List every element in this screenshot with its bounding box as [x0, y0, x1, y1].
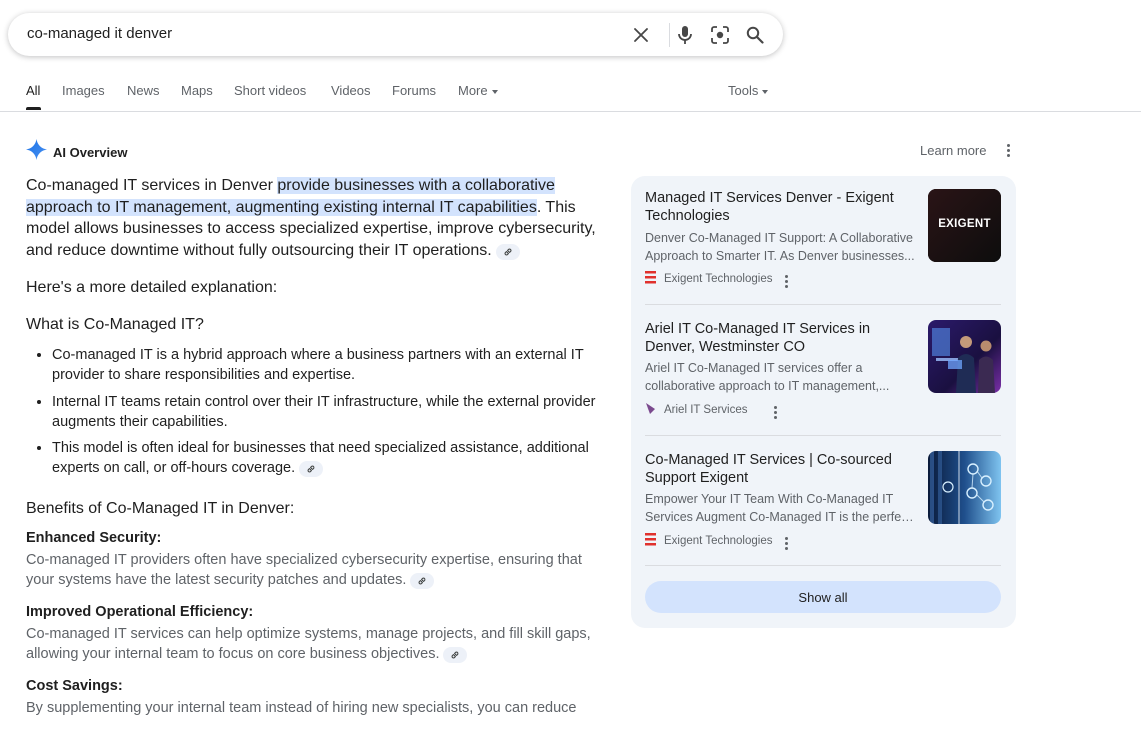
exigent-favicon-icon — [645, 271, 656, 287]
source-snippet: Denver Co-Managed IT Support: A Collabor… — [645, 229, 917, 265]
snippet-line: collaborative approach to IT management,… — [645, 379, 890, 393]
source-card[interactable]: Co-Managed IT Services | Co-sourced Supp… — [645, 451, 1001, 551]
ai-overview-header: AI Overview — [26, 139, 127, 165]
overview-intro: Co-managed IT services in Denver provide… — [26, 175, 596, 261]
exigent-favicon-icon — [645, 533, 656, 549]
search-box[interactable]: co-managed it denver — [8, 13, 783, 56]
snippet-line: Denver Co-Managed IT Support: A Collabor… — [645, 231, 913, 245]
tab-videos[interactable]: Videos — [331, 83, 371, 98]
source-title[interactable]: Managed IT Services Denver - Exigent Tec… — [645, 189, 913, 225]
benefit-text-body: Co-managed IT services can help optimize… — [26, 626, 591, 662]
tab-news[interactable]: News — [127, 83, 160, 98]
source-site-name: Exigent Technologies — [664, 535, 773, 547]
benefit-text: By supplementing your internal team inst… — [26, 700, 577, 716]
source-site-name: Exigent Technologies — [664, 273, 773, 285]
intro-text: Co-managed IT services in Denver — [26, 177, 278, 194]
citation-link-icon[interactable] — [410, 573, 435, 589]
list-item: Co-managed IT is a hybrid approach where… — [52, 345, 596, 385]
source-card[interactable]: Managed IT Services Denver - Exigent Tec… — [645, 189, 1001, 289]
active-tab-indicator — [26, 107, 41, 110]
benefit-title: Cost Savings: — [26, 678, 123, 694]
exigent-logo-text: EXIGENT — [938, 218, 991, 230]
list-item: Internal IT teams retain control over th… — [52, 392, 596, 432]
caret-down-icon — [762, 89, 769, 94]
section-heading: Benefits of Co-Managed IT in Denver: — [26, 500, 295, 517]
clear-icon[interactable] — [630, 24, 652, 46]
ai-overview-title: AI Overview — [53, 144, 128, 160]
sparkle-icon — [26, 139, 47, 165]
benefit-title: Improved Operational Efficiency: — [26, 604, 254, 620]
benefit-text: Co-managed IT providers often have speci… — [26, 550, 596, 590]
benefit-text-body: Co-managed IT providers often have speci… — [26, 552, 582, 588]
source-options-icon[interactable] — [780, 273, 792, 289]
search-tabs: All Images News Maps Short videos Videos… — [0, 70, 1141, 112]
tools-label: Tools — [728, 83, 759, 98]
caret-down-icon — [491, 89, 498, 94]
source-site: Ariel IT Services — [645, 402, 748, 418]
lens-icon[interactable] — [709, 24, 731, 46]
bullet-list: Co-managed IT is a hybrid approach where… — [26, 345, 596, 478]
source-thumbnail[interactable] — [928, 320, 1001, 393]
show-all-button[interactable]: Show all — [645, 581, 1001, 613]
source-title[interactable]: Co-Managed IT Services | Co-sourced Supp… — [645, 451, 913, 487]
tab-forums[interactable]: Forums — [392, 83, 436, 98]
source-card[interactable]: Ariel IT Co-Managed IT Services in Denve… — [645, 320, 1001, 420]
source-divider — [645, 435, 1001, 436]
microphone-icon[interactable] — [674, 24, 696, 46]
source-thumbnail[interactable]: EXIGENT — [928, 189, 1001, 262]
snippet-line: Approach to Smarter IT. As Denver busine… — [645, 249, 915, 263]
benefit-text: Co-managed IT services can help optimize… — [26, 624, 596, 664]
citation-link-icon[interactable] — [495, 243, 520, 260]
snippet-line: Services Augment Co-Managed IT is the pe… — [645, 510, 917, 524]
source-divider — [645, 565, 1001, 566]
search-divider — [669, 23, 670, 47]
source-site: Exigent Technologies — [645, 533, 772, 549]
sources-panel: Managed IT Services Denver - Exigent Tec… — [631, 176, 1016, 628]
ariel-favicon-icon — [645, 402, 656, 418]
search-icon[interactable] — [744, 24, 766, 46]
source-options-icon[interactable] — [780, 535, 792, 551]
list-item: This model is often ideal for businesses… — [52, 438, 596, 478]
source-site-name: Ariel IT Services — [664, 404, 748, 416]
tab-maps[interactable]: Maps — [181, 83, 213, 98]
source-snippet: Empower Your IT Team With Co-Managed IT … — [645, 490, 917, 526]
tools-button[interactable]: Tools — [728, 83, 769, 98]
tab-short-videos[interactable]: Short videos — [234, 83, 306, 98]
source-site: Exigent Technologies — [645, 271, 772, 287]
source-title[interactable]: Ariel IT Co-Managed IT Services in Denve… — [645, 320, 913, 356]
benefit-title: Enhanced Security: — [26, 530, 162, 546]
tab-images[interactable]: Images — [62, 83, 105, 98]
source-thumbnail[interactable] — [928, 451, 1001, 524]
ai-overview-body: Co-managed IT services in Denver provide… — [26, 175, 596, 718]
snippet-line: Empower Your IT Team With Co-Managed IT — [645, 492, 894, 506]
source-options-icon[interactable] — [769, 404, 781, 420]
source-snippet: Ariel IT Co-Managed IT services offer a … — [645, 359, 917, 395]
tab-more[interactable]: More — [458, 83, 498, 98]
tab-more-label: More — [458, 83, 488, 98]
citation-link-icon[interactable] — [443, 647, 468, 663]
search-input[interactable]: co-managed it denver — [27, 25, 172, 42]
detail-intro: Here's a more detailed explanation: — [26, 279, 278, 296]
tab-all[interactable]: All — [26, 83, 40, 98]
more-options-icon[interactable] — [1002, 142, 1014, 158]
snippet-line: Ariel IT Co-Managed IT services offer a — [645, 361, 863, 375]
source-divider — [645, 304, 1001, 305]
learn-more-link[interactable]: Learn more — [920, 143, 986, 158]
section-heading: What is Co-Managed IT? — [26, 316, 204, 333]
citation-link-icon[interactable] — [299, 461, 324, 477]
